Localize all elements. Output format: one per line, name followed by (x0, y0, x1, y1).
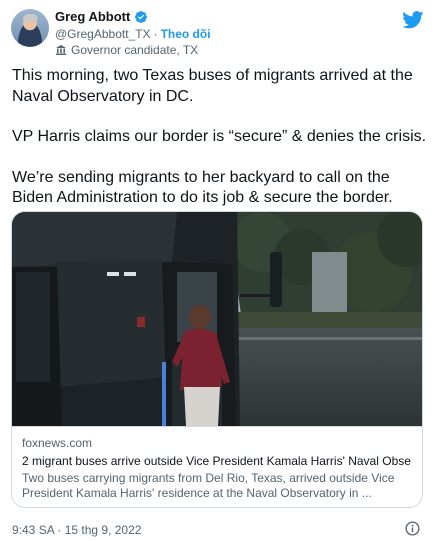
author-name-row: Greg Abbott (55, 9, 148, 24)
card-title: 2 migrant buses arrive outside Vice Pres… (22, 454, 412, 468)
tweet-paragraph: VP Harris claims our border is “secure” … (12, 128, 427, 145)
author-handle[interactable]: @GregAbbott_TX (55, 27, 151, 41)
tweet-text: This morning, two Texas buses of migrant… (12, 66, 427, 229)
tweet-paragraph: We’re sending migrants to her backyard t… (12, 168, 393, 207)
tweet-paragraph: This morning, two Texas buses of migrant… (12, 67, 413, 105)
avatar[interactable] (11, 9, 49, 47)
government-label-icon (56, 45, 66, 55)
twitter-bird-icon[interactable] (402, 11, 424, 29)
card-description: Two buses carrying migrants from Del Rio… (22, 471, 395, 500)
tweet-timestamp[interactable]: 9:43 SA · 15 thg 9, 2022 (12, 523, 141, 537)
tweet: Greg Abbott @GregAbbott_TX · Theo dõi Go… (0, 0, 437, 541)
news-photo (12, 212, 422, 426)
government-label-text: Governor candidate, TX (71, 43, 199, 57)
handle-separator: · (153, 27, 158, 41)
card-meta[interactable]: foxnews.com 2 migrant buses arrive outsi… (12, 426, 422, 501)
author-handle-row: @GregAbbott_TX · Theo dõi (55, 27, 211, 41)
government-label[interactable]: Governor candidate, TX (55, 43, 198, 57)
author-display-name[interactable]: Greg Abbott (55, 9, 130, 24)
link-preview-card[interactable]: foxnews.com 2 migrant buses arrive outsi… (11, 211, 423, 508)
card-image[interactable] (12, 212, 422, 426)
follow-button[interactable]: Theo dõi (161, 27, 211, 41)
info-icon[interactable] (405, 521, 420, 536)
verified-badge-icon (135, 10, 148, 23)
card-domain: foxnews.com (22, 436, 93, 450)
